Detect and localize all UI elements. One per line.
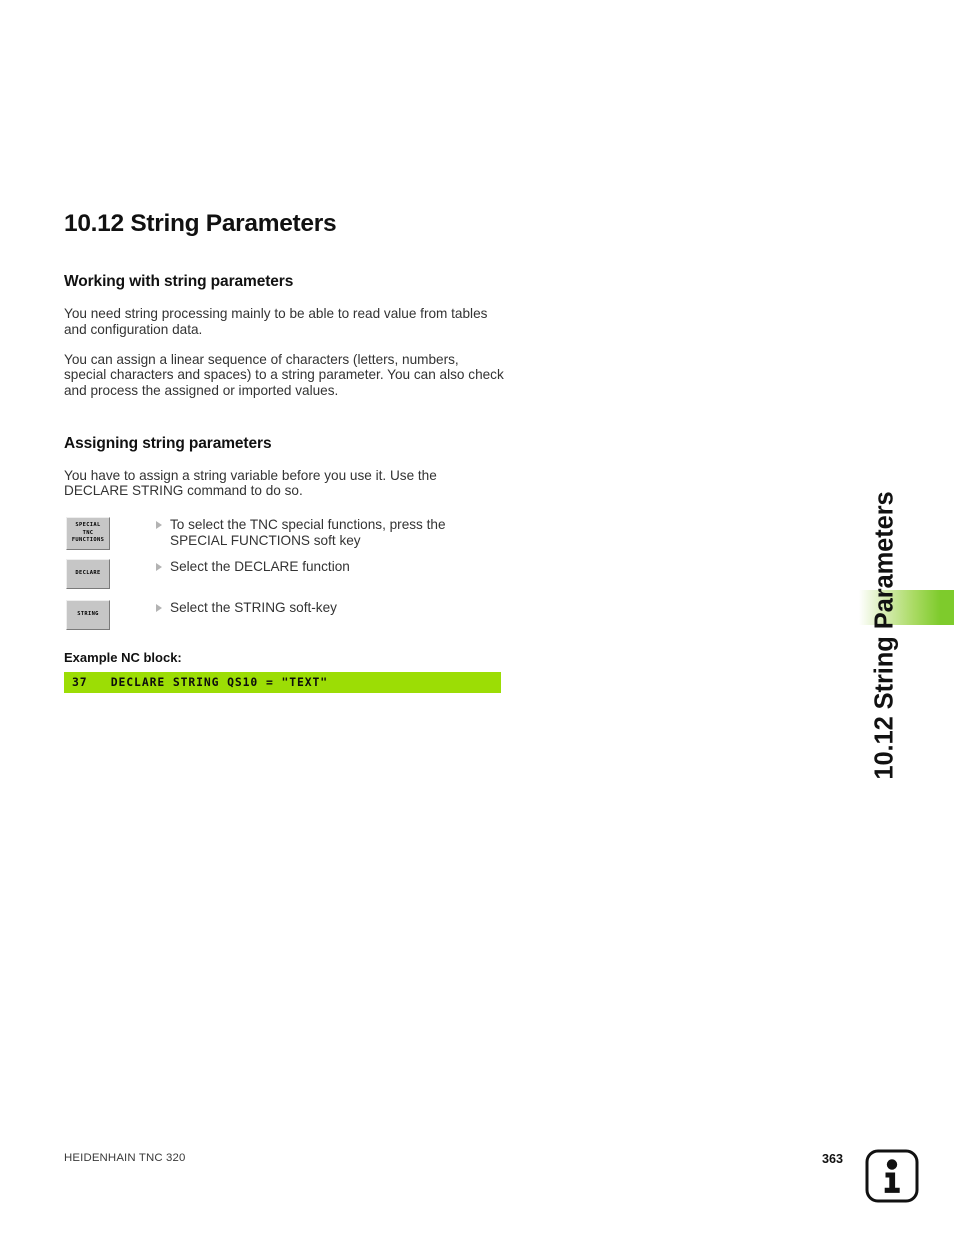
triangle-bullet-icon — [156, 562, 162, 571]
step-list: SPECIAL TNC FUNCTIONS To select the TNC … — [64, 517, 504, 631]
subsection-heading-assigning-string-parameters: Assigning string parameters — [64, 435, 272, 453]
step-description: To select the TNC special functions, pre… — [156, 517, 504, 549]
step-description: Select the DECLARE function — [156, 559, 504, 575]
step-text: Select the STRING soft-key — [170, 599, 337, 615]
step-item: STRING Select the STRING soft-key — [64, 599, 504, 632]
nc-code-block: 37 DECLARE STRING QS10 = "TEXT" — [64, 671, 501, 693]
softkey-declare[interactable]: DECLARE — [66, 558, 110, 590]
step-item: SPECIAL TNC FUNCTIONS To select the TNC … — [64, 517, 504, 551]
step-text: Select the DECLARE function — [170, 558, 350, 574]
softkey-line: DECLARE — [75, 569, 101, 576]
triangle-bullet-icon — [156, 521, 162, 530]
nc-code-text: 37 DECLARE STRING QS10 = "TEXT" — [72, 675, 329, 690]
paragraph: You need string processing mainly to be … — [64, 306, 488, 337]
step-text: To select the TNC special functions, pre… — [170, 517, 446, 549]
footer-product-name: HEIDENHAIN TNC 320 — [64, 1152, 186, 1164]
content-column: 10.12 String Parameters Working with str… — [64, 210, 504, 693]
softkey-string[interactable]: STRING — [66, 599, 110, 631]
page-number: 363 — [822, 1152, 844, 1166]
running-head-text: 10.12 String Parameters — [870, 491, 899, 780]
triangle-bullet-icon — [156, 603, 162, 612]
softkey-special-tnc-functions[interactable]: SPECIAL TNC FUNCTIONS — [66, 517, 110, 551]
step-description: Select the STRING soft-key — [156, 600, 504, 616]
info-icon — [864, 1148, 920, 1204]
paragraph: You can assign a linear sequence of char… — [64, 351, 504, 399]
softkey-line: SPECIAL — [75, 522, 101, 529]
paragraph: You have to assign a string variable bef… — [64, 467, 437, 499]
step-item: DECLARE Select the DECLARE function — [64, 558, 504, 591]
softkey-line: STRING — [77, 610, 99, 617]
example-label: Example NC block: — [64, 649, 182, 665]
softkey-line: TNC — [82, 529, 94, 536]
manual-page: 10.12 String Parameters 10.12 String Par… — [0, 0, 954, 1235]
page-title: 10.12 String Parameters — [64, 210, 337, 237]
subsection-heading-working-with-string-parameters: Working with string parameters — [64, 273, 294, 291]
softkey-line: FUNCTIONS — [71, 537, 105, 544]
running-head-vertical: 10.12 String Parameters — [853, 190, 917, 779]
